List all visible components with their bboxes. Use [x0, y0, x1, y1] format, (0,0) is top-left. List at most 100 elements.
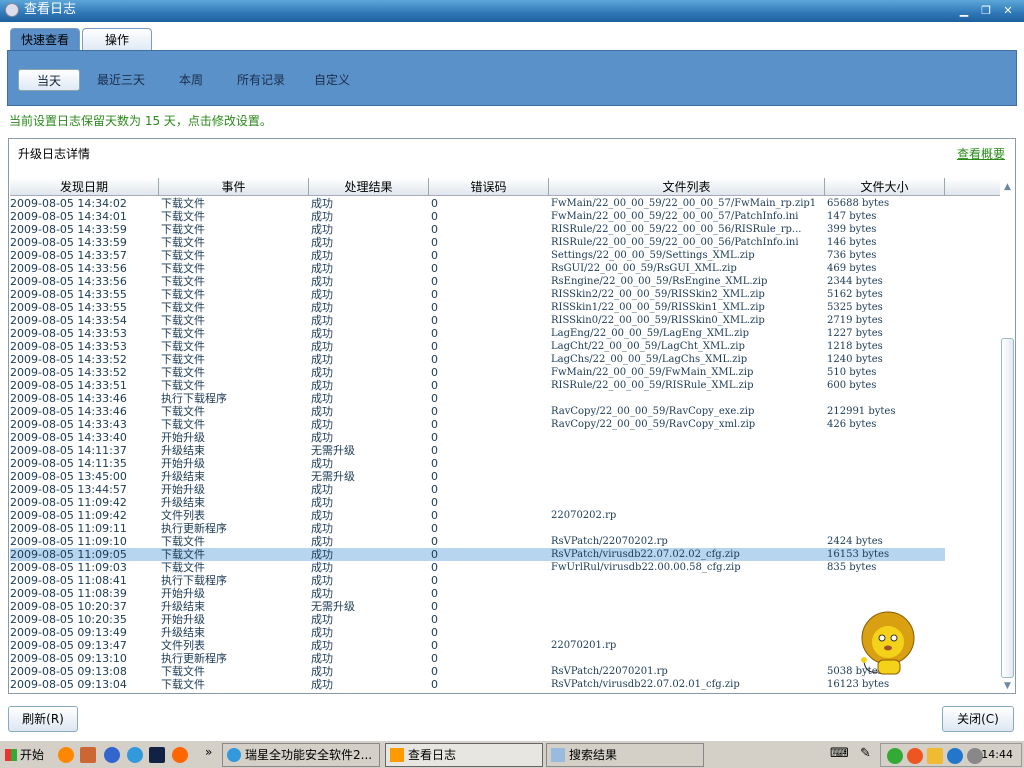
table-row[interactable]: 2009-08-05 14:33:54 下载文件 成功 0 RISSkin0/22_00…: [10, 314, 945, 327]
cell-file: RISSkin2/22_00_00_59/RISSkin2_XML.zip: [551, 289, 765, 300]
filter-last-three-days[interactable]: 最近三天: [96, 69, 146, 91]
table-row[interactable]: 2009-08-05 14:33:56 下载文件 成功 0 RsGUI/22_00_00…: [10, 262, 945, 275]
windows-logo-icon: [5, 749, 17, 761]
column-header-result[interactable]: 处理结果: [309, 178, 429, 196]
refresh-button[interactable]: 刷新(R): [8, 706, 78, 732]
table-row[interactable]: 2009-08-05 14:33:52 下载文件 成功 0 FwMain/22_00_0…: [10, 366, 945, 379]
cell-file: FwMain/22_00_00_59/FwMain_XML.zip: [551, 367, 754, 378]
cell-error-code: 0: [431, 353, 438, 366]
cell-date: 2009-08-05 13:44:57: [10, 483, 127, 496]
table-row[interactable]: 2009-08-05 14:33:57 下载文件 成功 0 Settings/22_00…: [10, 249, 945, 262]
table-row[interactable]: 2009-08-05 14:33:55 下载文件 成功 0 RISSkin1/22_00…: [10, 301, 945, 314]
close-window-button[interactable]: ✕: [1000, 4, 1016, 18]
tab-operations[interactable]: 操作: [82, 28, 152, 52]
table-row[interactable]: 2009-08-05 09:13:08 下载文件 成功 0 RsVPatch/22070…: [10, 665, 945, 678]
quick-filter-panel: 当天 最近三天 本周 所有记录 自定义: [7, 50, 1017, 106]
task-view-log[interactable]: 查看日志: [385, 743, 543, 767]
quicklaunch-media-icon[interactable]: [149, 747, 165, 763]
close-button[interactable]: 关闭(C): [942, 706, 1014, 732]
filter-today[interactable]: 当天: [18, 69, 80, 91]
table-row[interactable]: 2009-08-05 13:44:57 开始升级 成功 0: [10, 483, 945, 496]
table-row[interactable]: 2009-08-05 09:13:49 升级结束 成功 0: [10, 626, 945, 639]
table-row[interactable]: 2009-08-05 10:20:35 开始升级 成功 0: [10, 613, 945, 626]
cell-date: 2009-08-05 14:33:46: [10, 392, 127, 405]
cell-result: 无需升级: [311, 600, 355, 613]
table-row[interactable]: 2009-08-05 09:13:47 文件列表 成功 0 22070201.rp: [10, 639, 945, 652]
quicklaunch-app-icon[interactable]: [80, 747, 96, 763]
cell-error-code: 0: [431, 262, 438, 275]
pen-icon[interactable]: ✎: [860, 746, 871, 761]
scroll-down-icon[interactable]: ▼: [1002, 681, 1013, 691]
vertical-scrollbar[interactable]: ▲ ▼: [1000, 178, 1015, 693]
table-row[interactable]: 2009-08-05 11:08:41 执行下载程序 成功 0: [10, 574, 945, 587]
column-header-event[interactable]: 事件: [159, 178, 309, 196]
quicklaunch-ie-icon[interactable]: [127, 747, 143, 763]
table-row[interactable]: 2009-08-05 11:09:11 执行更新程序 成功 0: [10, 522, 945, 535]
tray-network-icon[interactable]: [947, 748, 963, 764]
table-row[interactable]: 2009-08-05 14:33:51 下载文件 成功 0 RISRule/22_00_…: [10, 379, 945, 392]
cell-size: 1240 bytes: [827, 354, 883, 365]
table-row[interactable]: 2009-08-05 10:20:37 升级结束 无需升级 0: [10, 600, 945, 613]
table-row[interactable]: 2009-08-05 11:09:42 升级结束 成功 0: [10, 496, 945, 509]
task-rising-security[interactable]: 瑞星全功能安全软件2...: [222, 743, 380, 767]
cell-result: 成功: [311, 275, 333, 288]
tray-umbrella-icon[interactable]: [887, 748, 903, 764]
tab-quick-view[interactable]: 快速查看: [10, 28, 80, 52]
filter-all-records[interactable]: 所有记录: [236, 69, 286, 91]
table-row[interactable]: 2009-08-05 11:09:10 下载文件 成功 0 RsVPatch/22070…: [10, 535, 945, 548]
cell-error-code: 0: [431, 275, 438, 288]
table-row[interactable]: 2009-08-05 09:13:04 下载文件 成功 0 RsVPatch/virus…: [10, 678, 945, 691]
table-row[interactable]: 2009-08-05 14:34:02 下载文件 成功 0 FwMain/22_00_0…: [10, 197, 945, 210]
table-row[interactable]: 2009-08-05 11:09:03 下载文件 成功 0 FwUrlRul/virus…: [10, 561, 945, 574]
cell-event: 下载文件: [161, 288, 205, 301]
app-logo-icon: [5, 3, 19, 17]
table-row[interactable]: 2009-08-05 11:09:42 文件列表 成功 0 22070202.rp: [10, 509, 945, 522]
filter-this-week[interactable]: 本周: [176, 69, 206, 91]
column-header-date[interactable]: 发现日期: [10, 178, 159, 196]
table-row[interactable]: 2009-08-05 11:08:39 开始升级 成功 0: [10, 587, 945, 600]
minimize-button[interactable]: ▁: [956, 4, 972, 18]
log-table-body: 2009-08-05 14:34:02 下载文件 成功 0 FwMain/22_00_0…: [10, 197, 1000, 693]
quicklaunch-app-icon[interactable]: [58, 747, 74, 763]
quicklaunch-player-icon[interactable]: [172, 747, 188, 763]
table-row[interactable]: 2009-08-05 14:34:01 下载文件 成功 0 FwMain/22_00_0…: [10, 210, 945, 223]
tray-qq-icon[interactable]: [907, 748, 923, 764]
tray-app-icon[interactable]: [927, 748, 943, 764]
cell-size: 835 bytes: [827, 562, 877, 573]
table-row[interactable]: 2009-08-05 14:33:52 下载文件 成功 0 LagChs/22_00_0…: [10, 353, 945, 366]
table-row[interactable]: 2009-08-05 14:33:55 下载文件 成功 0 RISSkin2/22_00…: [10, 288, 945, 301]
restore-button[interactable]: ❐: [978, 4, 994, 18]
cell-file: RsVPatch/virusdb22.07.02.02_cfg.zip: [551, 549, 740, 560]
cell-result: 成功: [311, 223, 333, 236]
quicklaunch-globe-icon[interactable]: [104, 747, 120, 763]
start-button[interactable]: 开始: [2, 744, 48, 766]
column-header-file-size[interactable]: 文件大小: [825, 178, 945, 196]
lion-mascot-icon[interactable]: [856, 610, 916, 680]
table-row[interactable]: 2009-08-05 14:33:40 开始升级 成功 0: [10, 431, 945, 444]
table-row[interactable]: 2009-08-05 14:33:46 执行下载程序 成功 0: [10, 392, 945, 405]
scroll-up-icon[interactable]: ▲: [1002, 182, 1013, 192]
table-row[interactable]: 2009-08-05 14:33:59 下载文件 成功 0 RISRule/22_00_…: [10, 236, 945, 249]
table-row[interactable]: 2009-08-05 13:45:00 升级结束 无需升级 0: [10, 470, 945, 483]
cell-date: 2009-08-05 14:33:43: [10, 418, 127, 431]
table-row[interactable]: 2009-08-05 14:33:53 下载文件 成功 0 LagCht/22_00_0…: [10, 340, 945, 353]
cell-file: RsVPatch/22070201.rp: [551, 666, 668, 677]
table-row[interactable]: 2009-08-05 14:33:53 下载文件 成功 0 LagEng/22_00_0…: [10, 327, 945, 340]
task-search-results[interactable]: 搜索结果: [546, 743, 704, 767]
column-header-file-list[interactable]: 文件列表: [549, 178, 825, 196]
table-row[interactable]: 2009-08-05 14:11:35 开始升级 成功 0: [10, 457, 945, 470]
quicklaunch-overflow-button[interactable]: »: [205, 745, 212, 759]
table-row[interactable]: 2009-08-05 14:11:37 升级结束 无需升级 0: [10, 444, 945, 457]
retention-notice-link[interactable]: 当前设置日志保留天数为 15 天，点击修改设置。: [9, 112, 272, 129]
table-row[interactable]: 2009-08-05 14:33:46 下载文件 成功 0 RavCopy/22_00_…: [10, 405, 945, 418]
keyboard-icon[interactable]: ⌨: [830, 746, 849, 761]
table-row[interactable]: 2009-08-05 14:33:43 下载文件 成功 0 RavCopy/22_00_…: [10, 418, 945, 431]
view-summary-link[interactable]: 查看概要: [957, 145, 1005, 162]
scrollbar-thumb[interactable]: [1001, 338, 1014, 678]
filter-custom[interactable]: 自定义: [313, 69, 351, 91]
table-row[interactable]: 2009-08-05 14:33:56 下载文件 成功 0 RsEngine/22_00…: [10, 275, 945, 288]
table-row[interactable]: 2009-08-05 09:13:10 执行更新程序 成功 0: [10, 652, 945, 665]
table-row[interactable]: 2009-08-05 11:09:05 下载文件 成功 0 RsVPatch/virus…: [10, 548, 945, 561]
table-row[interactable]: 2009-08-05 14:33:59 下载文件 成功 0 RISRule/22_00_…: [10, 223, 945, 236]
column-header-error-code[interactable]: 错误码: [429, 178, 549, 196]
